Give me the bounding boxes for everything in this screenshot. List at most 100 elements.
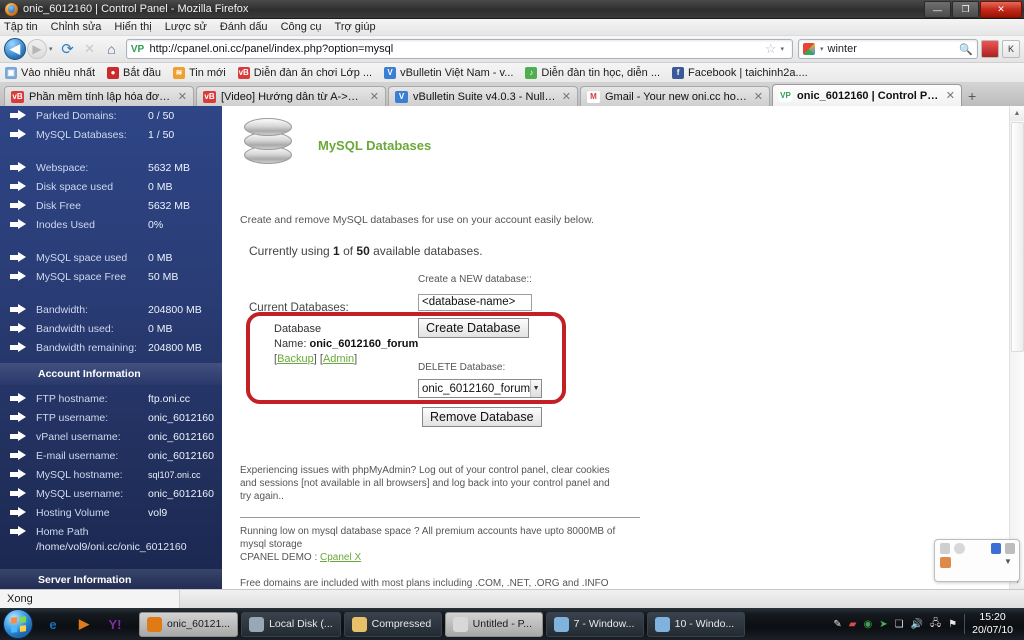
tab-close-icon[interactable]: ✕ — [370, 90, 379, 103]
taskbar-button[interactable]: onic_60121... — [139, 611, 239, 637]
sidebar-stat-row: vPanel username: onic_6012160 — [0, 427, 222, 446]
usage-mid: of — [339, 244, 357, 258]
scroll-up-icon[interactable]: ▲ — [1010, 106, 1024, 121]
page-scrollbar[interactable]: ▲ ▼ — [1009, 106, 1024, 589]
bookmark-item[interactable]: f Facebook | taichinh2a.... — [672, 66, 808, 79]
widget-icon-2[interactable] — [954, 543, 965, 554]
taskbar-button-label: 10 - Windo... — [674, 618, 735, 630]
taskbar-button[interactable]: 7 - Window... — [545, 611, 644, 637]
search-bar[interactable]: ▾ winter 🔍 — [798, 39, 978, 59]
arrow-right-icon — [10, 450, 27, 461]
bookmark-item[interactable]: VvBulletin Việt Nam - v... — [384, 66, 513, 79]
menu-item-bookmarks[interactable]: Đánh dấu — [220, 21, 268, 33]
tab-active[interactable]: VP onic_6012160 | Control Panel ✕ — [772, 84, 962, 106]
widget-chevron-down-icon[interactable]: ▼ — [1004, 557, 1015, 568]
widget-icon-3[interactable] — [990, 543, 1001, 554]
firefox-window: onic_6012160 | Control Panel - Mozilla F… — [0, 0, 1024, 640]
bookmark-item[interactable]: vB Diễn đàn ăn chơi Lớp ... — [237, 66, 373, 79]
addon-button-2[interactable]: K — [1002, 40, 1020, 58]
sidebar-stat-row: Disk Free 5632 MB — [0, 196, 222, 215]
history-dropdown-icon[interactable]: ▾ — [49, 45, 53, 53]
tab-close-icon[interactable]: ✕ — [754, 90, 763, 103]
url-text[interactable]: http://cpanel.oni.cc/panel/index.php?opt… — [150, 43, 763, 55]
menu-item-view[interactable]: Hiển thị — [114, 21, 151, 33]
close-button[interactable]: ✕ — [980, 1, 1022, 18]
taskbar-button[interactable]: 10 - Windo... — [646, 611, 745, 637]
widget-icon-1[interactable] — [940, 543, 951, 554]
url-dropdown-icon[interactable]: ▾ — [780, 45, 784, 53]
backup-link[interactable]: Backup — [277, 353, 314, 365]
bookmark-item[interactable]: ≋ Tin mới — [172, 66, 226, 79]
widget-icon-5[interactable] — [940, 557, 951, 568]
sidebar-stat-value: onic_6012160 — [148, 487, 214, 500]
cpanel-x-link[interactable]: Cpanel X — [320, 552, 361, 563]
media-icon[interactable]: ▰ — [849, 619, 857, 630]
start-button-icon[interactable] — [3, 609, 33, 639]
search-engine-dropdown-icon[interactable]: ▾ — [820, 45, 824, 53]
media-player-icon[interactable]: ▶ — [73, 613, 95, 635]
tab-close-icon[interactable]: ✕ — [178, 90, 187, 103]
bookmark-item[interactable]: ♪ Diễn đàn tin học, diễn ... — [525, 66, 660, 79]
bookmark-star-icon[interactable]: ☆ — [765, 41, 777, 57]
maximize-button[interactable]: ❐ — [952, 1, 979, 18]
search-input[interactable]: winter — [828, 43, 960, 55]
taskbar-button-label: Local Disk (... — [269, 618, 333, 630]
tab-close-icon[interactable]: ✕ — [562, 90, 571, 103]
tab-item[interactable]: vB [Video] Hướng dẫn từ A->W làm f... ✕ — [196, 86, 386, 106]
search-icon[interactable]: 🔍 — [959, 43, 973, 56]
taskbar-clock[interactable]: 15:20 20/07/10 — [972, 611, 1017, 637]
yahoo-messenger-icon[interactable]: Y! — [104, 613, 126, 635]
menu-item-history[interactable]: Lược sử — [165, 21, 207, 33]
bookmark-label: Diễn đàn ăn chơi Lớp ... — [253, 66, 373, 79]
bookmark-item[interactable]: ● Bắt đầu — [107, 66, 161, 79]
tab-close-icon[interactable]: ✕ — [946, 89, 955, 102]
sidebar-stat-label: MySQL username: — [36, 487, 124, 500]
sidebar-stat-value: 0% — [148, 218, 164, 231]
sidebar-section-server: Server Information — [0, 569, 222, 589]
internet-explorer-icon[interactable]: e — [42, 613, 64, 635]
minimize-button[interactable]: — — [924, 1, 951, 18]
arrow-right-icon — [10, 488, 27, 499]
sidebar-stat-label: Bandwidth remaining: — [36, 341, 137, 354]
scrollbar-thumb[interactable] — [1011, 122, 1024, 352]
sidebar-stat-row: Parked Domains: 0 / 50 — [0, 106, 222, 125]
browser-icon[interactable]: ◉ — [863, 619, 872, 630]
addon-button-1[interactable] — [981, 40, 999, 58]
pen-icon[interactable]: ✎ — [833, 619, 841, 630]
clipboard-icon[interactable]: ❏ — [895, 619, 904, 630]
remove-database-button[interactable]: Remove Database — [422, 407, 542, 427]
menu-item-help[interactable]: Trợ giúp — [335, 21, 376, 33]
back-icon[interactable]: ◀ — [4, 38, 26, 60]
new-tab-button[interactable]: + — [968, 88, 976, 104]
url-bar[interactable]: VP http://cpanel.oni.cc/panel/index.php?… — [125, 39, 793, 59]
reload-icon[interactable]: ⟳ — [57, 38, 79, 60]
home-icon[interactable]: ⌂ — [101, 38, 123, 60]
tab-item[interactable]: vB Phần mềm tính lập hóa đơn và tin... ✕ — [4, 86, 194, 106]
tab-item[interactable]: M Gmail - Your new oni.cc hosting a... ✕ — [580, 86, 770, 106]
volume-icon[interactable]: 🔊 — [911, 619, 923, 630]
sidebar-stat-label: Webspace: — [36, 161, 89, 174]
network-icon[interactable]: 🖧 — [930, 616, 941, 633]
forward-icon[interactable]: ▶ — [27, 39, 47, 59]
delete-database-select[interactable]: onic_6012160_forum ▼ — [418, 379, 542, 398]
taskbar-button[interactable]: Untitled - P... — [444, 611, 543, 637]
tab-item[interactable]: VvBulletin Suite v4.0.3 - Nulled by Vi..… — [388, 86, 578, 106]
bookmark-favicon-icon: vB — [237, 66, 250, 79]
admin-link[interactable]: Admin — [323, 353, 354, 365]
play-icon[interactable]: ➤ — [879, 619, 887, 630]
widget-icon-4[interactable] — [1004, 543, 1015, 554]
sidebar-stat-value: onic_6012160 — [148, 430, 214, 443]
bookmark-item[interactable]: ▣ Vào nhiều nhất — [5, 66, 95, 79]
flag-icon[interactable]: ⚑ — [948, 619, 957, 630]
new-database-name-input[interactable]: <database-name> — [418, 294, 532, 311]
menu-item-file[interactable]: Tập tin — [4, 21, 38, 33]
floating-toolbar-widget[interactable]: ▼ — [934, 539, 1020, 582]
stop-icon[interactable]: ✕ — [79, 38, 101, 60]
taskbar-button[interactable]: Local Disk (... — [241, 611, 341, 637]
chevron-down-icon[interactable]: ▼ — [530, 380, 541, 397]
tab-label: vBulletin Suite v4.0.3 - Nulled by Vi... — [413, 90, 556, 103]
menu-item-tools[interactable]: Công cụ — [281, 21, 322, 33]
menu-item-edit[interactable]: Chỉnh sửa — [51, 21, 102, 33]
taskbar-button[interactable]: Compressed — [343, 611, 442, 637]
create-database-button[interactable]: Create Database — [418, 318, 529, 338]
